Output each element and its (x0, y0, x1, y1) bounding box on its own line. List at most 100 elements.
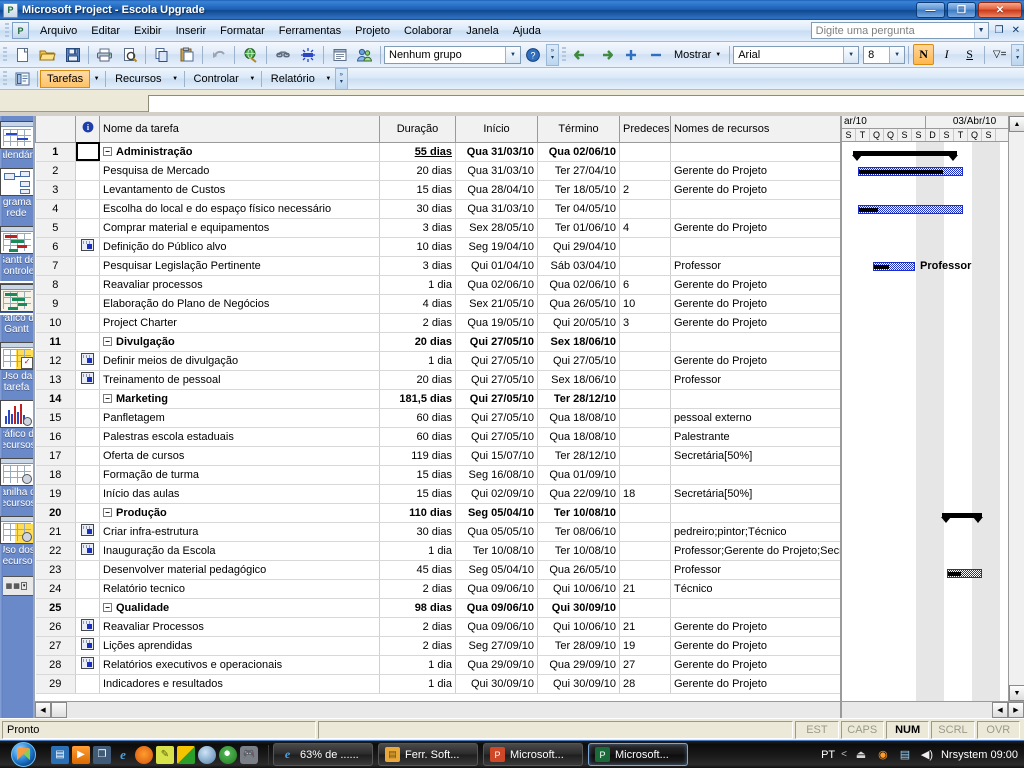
task-start-cell[interactable]: Seg 05/04/10 (455, 560, 538, 580)
task-predecessors-cell[interactable] (619, 370, 671, 390)
chevron-down-icon[interactable]: ▾ (20, 582, 28, 590)
task-start-cell[interactable]: Qua 09/06/10 (455, 617, 538, 637)
task-duration-cell[interactable]: 1 dia (379, 351, 456, 371)
task-duration-cell[interactable]: 3 dias (379, 218, 456, 238)
view-calendario[interactable]: Calendário (0, 121, 33, 161)
row-id-cell[interactable]: 24 (35, 579, 76, 599)
taskbar-item-3[interactable]: P Microsoft... (588, 743, 688, 766)
task-predecessors-cell[interactable]: 28 (619, 674, 671, 694)
table-row[interactable]: 20− Produção 110 dias Seg 05/04/10 Ter 10/08… (35, 503, 841, 523)
table-row[interactable]: 11− Divulgação 20 dias Qui 27/05/10 Sex 18/0… (35, 332, 841, 352)
task-name-cell[interactable]: Indicadores e resultados (99, 674, 380, 694)
guide-recursos[interactable]: Recursos (108, 70, 168, 88)
task-resources-cell[interactable]: Técnico (670, 579, 841, 599)
task-note-icon[interactable] (81, 353, 94, 365)
task-resources-cell[interactable]: Professor (670, 560, 841, 580)
indicator-cell[interactable] (75, 275, 100, 295)
indicator-cell[interactable] (75, 465, 100, 485)
task-name-cell[interactable]: Comprar material e equipamentos (99, 218, 380, 238)
task-predecessors-cell[interactable] (619, 389, 671, 409)
task-resources-cell[interactable]: Gerente do Projeto (670, 294, 841, 314)
network-tray-icon[interactable]: ▤ (897, 747, 913, 763)
indicator-cell[interactable] (75, 503, 100, 523)
scroll-left-button[interactable]: ◀ (35, 702, 51, 718)
task-name-cell[interactable]: Criar infra-estrutura (99, 522, 380, 542)
task-note-icon[interactable] (81, 524, 94, 536)
game-icon[interactable]: 🎮 (240, 745, 258, 764)
task-duration-cell[interactable]: 4 dias (379, 294, 456, 314)
guide-controlar[interactable]: Controlar (187, 70, 246, 88)
task-duration-cell[interactable]: 1 dia (379, 674, 456, 694)
task-start-cell[interactable]: Qua 29/09/10 (455, 655, 538, 675)
task-start-cell[interactable]: Qui 02/09/10 (455, 484, 538, 504)
bold-button[interactable]: N (913, 44, 935, 65)
task-finish-cell[interactable]: Ter 10/08/10 (537, 541, 620, 561)
task-finish-cell[interactable]: Ter 01/06/10 (537, 218, 620, 238)
indicator-cell[interactable] (75, 541, 100, 561)
open-folder-icon[interactable] (36, 44, 59, 66)
menu-ajuda[interactable]: Ajuda (506, 22, 548, 40)
task-resources-cell[interactable] (670, 465, 841, 485)
task-name-cell[interactable]: Definir meios de divulgação (99, 351, 380, 371)
view-grafico-de-recursos[interactable]: Gráfico de recursos (0, 400, 33, 451)
task-predecessors-cell[interactable] (619, 142, 671, 162)
task-finish-cell[interactable]: Ter 10/08/10 (537, 503, 620, 523)
chevron-down-icon[interactable]: ▼ (973, 23, 988, 38)
task-finish-cell[interactable]: Qua 22/09/10 (537, 484, 620, 504)
link-tasks-icon[interactable] (271, 44, 294, 66)
task-finish-cell[interactable]: Ter 04/05/10 (537, 199, 620, 219)
task-name-cell[interactable]: − Administração (99, 142, 380, 162)
task-finish-cell[interactable]: Ter 28/09/10 (537, 636, 620, 656)
task-duration-cell[interactable]: 20 dias (379, 332, 456, 352)
task-note-icon[interactable] (81, 638, 94, 650)
task-predecessors-cell[interactable] (619, 351, 671, 371)
gantt-scroll-track[interactable] (842, 702, 992, 718)
gantt-task-bar[interactable] (947, 569, 982, 578)
row-id-cell[interactable]: 29 (35, 674, 76, 694)
task-finish-cell[interactable]: Qua 26/05/10 (537, 294, 620, 314)
row-id-cell[interactable]: 5 (35, 218, 76, 238)
task-resources-cell[interactable] (670, 199, 841, 219)
table-row[interactable]: 26 Reavaliar Processos 2 dias Qua 09/06/10 Q… (35, 617, 841, 637)
table-row[interactable]: 1− Administração 55 dias Qua 31/03/10 Qua 02… (35, 142, 841, 162)
task-duration-cell[interactable]: 119 dias (379, 446, 456, 466)
view-grafico-de-gantt[interactable]: Gráfico de Gantt (0, 281, 33, 335)
table-row[interactable]: 16 Palestras escola estaduais 60 dias Qui 2… (35, 427, 841, 447)
task-resources-cell[interactable] (670, 503, 841, 523)
task-name-cell[interactable]: Lições aprendidas (99, 636, 380, 656)
task-finish-cell[interactable]: Qui 10/06/10 (537, 617, 620, 637)
table-row[interactable]: 19 Início das aulas 15 dias Qui 02/09/10 Qua… (35, 484, 841, 504)
indicator-cell[interactable] (75, 161, 100, 181)
task-name-cell[interactable]: − Divulgação (99, 332, 380, 352)
task-resources-cell[interactable] (670, 237, 841, 257)
task-predecessors-cell[interactable] (619, 161, 671, 181)
collapse-toggle-icon[interactable]: − (103, 337, 112, 347)
hyperlink-globe-icon[interactable] (239, 44, 262, 66)
task-duration-cell[interactable]: 60 dias (379, 427, 456, 447)
task-start-cell[interactable]: Qua 28/04/10 (455, 180, 538, 200)
table-row[interactable]: 12 Definir meios de divulgação 1 dia Qui 27… (35, 351, 841, 371)
indicator-cell[interactable] (75, 408, 100, 428)
view-uso-dos-recursos[interactable]: Uso dos Recursos (0, 516, 33, 567)
task-finish-cell[interactable]: Qua 01/09/10 (537, 465, 620, 485)
task-finish-cell[interactable]: Ter 08/06/10 (537, 522, 620, 542)
show-menu-button[interactable]: Mostrar ▼ (669, 45, 726, 65)
task-duration-cell[interactable]: 1 dia (379, 275, 456, 295)
guide-tarefas[interactable]: Tarefas (40, 69, 91, 88)
sheet-scroll-track[interactable] (67, 702, 840, 718)
task-name-cell[interactable]: − Produção (99, 503, 380, 523)
task-predecessors-cell[interactable] (619, 541, 671, 561)
task-start-cell[interactable]: Qua 31/03/10 (455, 161, 538, 181)
task-predecessors-cell[interactable] (619, 332, 671, 352)
gantt-scroll-right-button[interactable]: ▶ (1008, 702, 1024, 718)
task-resources-cell[interactable]: pedreiro;pintor;Técnico (670, 522, 841, 542)
task-start-cell[interactable]: Seg 05/04/10 (455, 503, 538, 523)
guide-controlar-dropdown[interactable]: ▼ (246, 70, 259, 88)
task-duration-cell[interactable]: 30 dias (379, 522, 456, 542)
task-start-cell[interactable]: Qui 27/05/10 (455, 389, 538, 409)
row-id-cell[interactable]: 10 (35, 313, 76, 333)
table-row[interactable]: 22 Inauguração da Escola 1 dia Ter 10/08/10… (35, 541, 841, 561)
sheet-scroll-thumb[interactable] (51, 702, 67, 718)
italic-button[interactable]: I (936, 44, 957, 65)
task-name-cell[interactable]: − Qualidade (99, 598, 380, 618)
